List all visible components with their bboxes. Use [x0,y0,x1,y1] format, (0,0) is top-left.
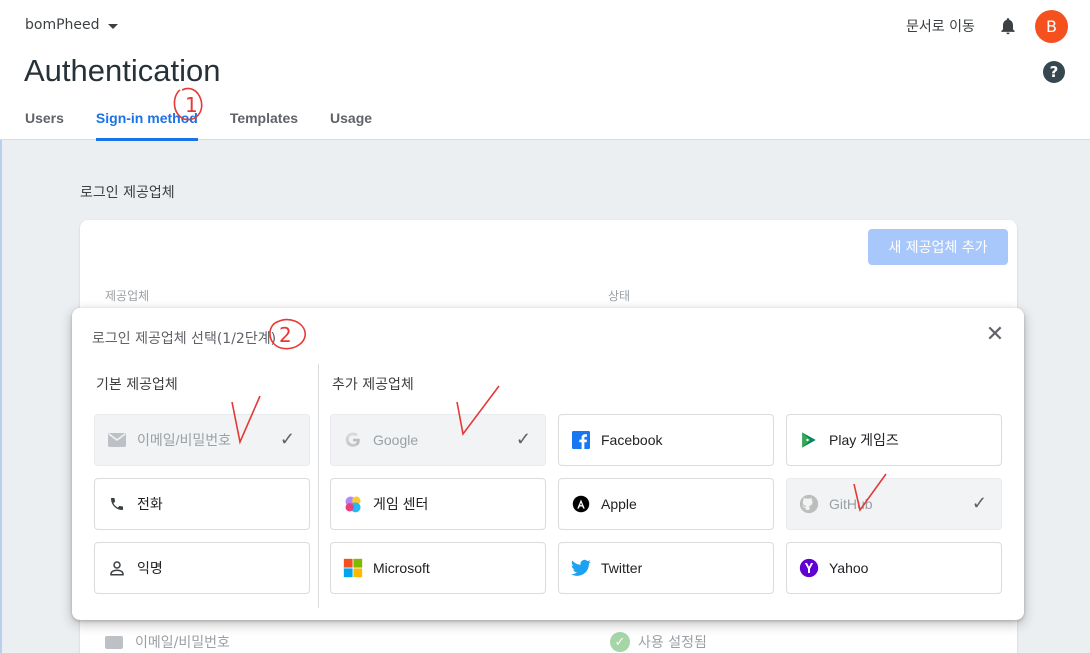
bell-icon[interactable] [998,16,1018,36]
provider-facebook[interactable]: Facebook [558,414,774,466]
tab-sign-in-method[interactable]: Sign-in method [95,110,198,141]
basic-providers-label: 기본 제공업체 [96,377,178,393]
dialog-title: 로그인 제공업체 선택(1/2단계) [92,331,277,347]
check-icon: ✓ [971,493,987,513]
provider-label: Microsoft [373,560,430,576]
page-title: Authentication [24,53,221,88]
provider-email-password[interactable]: 이메일/비밀번호 ✓ [94,414,310,466]
game-center-icon [343,494,363,514]
provider-label: 전화 [137,496,163,512]
provider-twitter[interactable]: Twitter [558,542,774,594]
provider-github[interactable]: GitHub ✓ [786,478,1002,530]
provider-google[interactable]: Google ✓ [330,414,546,466]
provider-anonymous[interactable]: 익명 [94,542,310,594]
check-icon: ✓ [515,429,531,449]
mail-icon [107,430,127,450]
header: bomPheed 문서로 이동 B Authentication ? Users… [0,0,1090,141]
section-title: 로그인 제공업체 [80,185,175,201]
provider-label: Facebook [601,432,663,448]
provider-label: Yahoo [829,560,869,576]
provider-play-games[interactable]: Play 게임즈 [786,414,1002,466]
row-status: ✓ 사용 설정됨 [610,632,707,652]
tab-bar: Users Sign-in method Templates Usage [25,110,404,141]
mail-icon [105,635,123,649]
provider-phone[interactable]: 전화 [94,478,310,530]
additional-providers-label: 추가 제공업체 [332,377,414,393]
project-selector[interactable]: bomPheed [25,17,118,33]
add-provider-button[interactable]: 새 제공업체 추가 [868,229,1008,265]
provider-game-center[interactable]: 게임 센터 [330,478,546,530]
provider-apple[interactable]: Apple [558,478,774,530]
provider-label: 익명 [137,560,163,576]
provider-label: GitHub [829,496,873,512]
provider-yahoo[interactable]: Yahoo [786,542,1002,594]
help-icon[interactable]: ? [1043,61,1065,83]
divider [318,364,319,608]
apple-icon [571,494,591,514]
facebook-icon [571,430,591,450]
column-header-provider: 제공업체 [105,289,150,303]
column-header-status: 상태 [608,289,631,303]
check-icon: ✓ [279,429,295,449]
tab-users[interactable]: Users [25,110,64,140]
provider-select-dialog: 로그인 제공업체 선택(1/2단계) ✕ 기본 제공업체 추가 제공업체 이메일… [72,308,1024,620]
docs-link[interactable]: 문서로 이동 [906,16,975,36]
provider-microsoft[interactable]: Microsoft [330,542,546,594]
check-circle-icon: ✓ [610,632,630,652]
provider-label: Twitter [601,560,643,576]
avatar[interactable]: B [1035,10,1068,43]
project-name: bomPheed [25,17,100,33]
twitter-icon [571,558,591,578]
tab-templates[interactable]: Templates [230,110,298,140]
tab-usage[interactable]: Usage [330,110,372,140]
yahoo-icon [799,558,819,578]
phone-icon [107,494,127,514]
close-icon[interactable]: ✕ [984,324,1006,346]
provider-label: Google [373,432,419,448]
provider-label: 게임 센터 [373,496,429,512]
table-row[interactable]: 이메일/비밀번호 ✓ 사용 설정됨 [105,632,1005,652]
provider-label: Play 게임즈 [829,432,899,448]
google-icon [343,430,363,450]
play-games-icon [799,430,819,450]
github-icon [799,494,819,514]
microsoft-icon [343,558,363,578]
row-status-label: 사용 설정됨 [638,635,707,651]
person-icon [107,558,127,578]
provider-label: 이메일/비밀번호 [137,432,232,448]
provider-label: Apple [601,496,637,512]
chevron-down-icon [107,23,118,29]
row-provider: 이메일/비밀번호 [135,635,230,651]
